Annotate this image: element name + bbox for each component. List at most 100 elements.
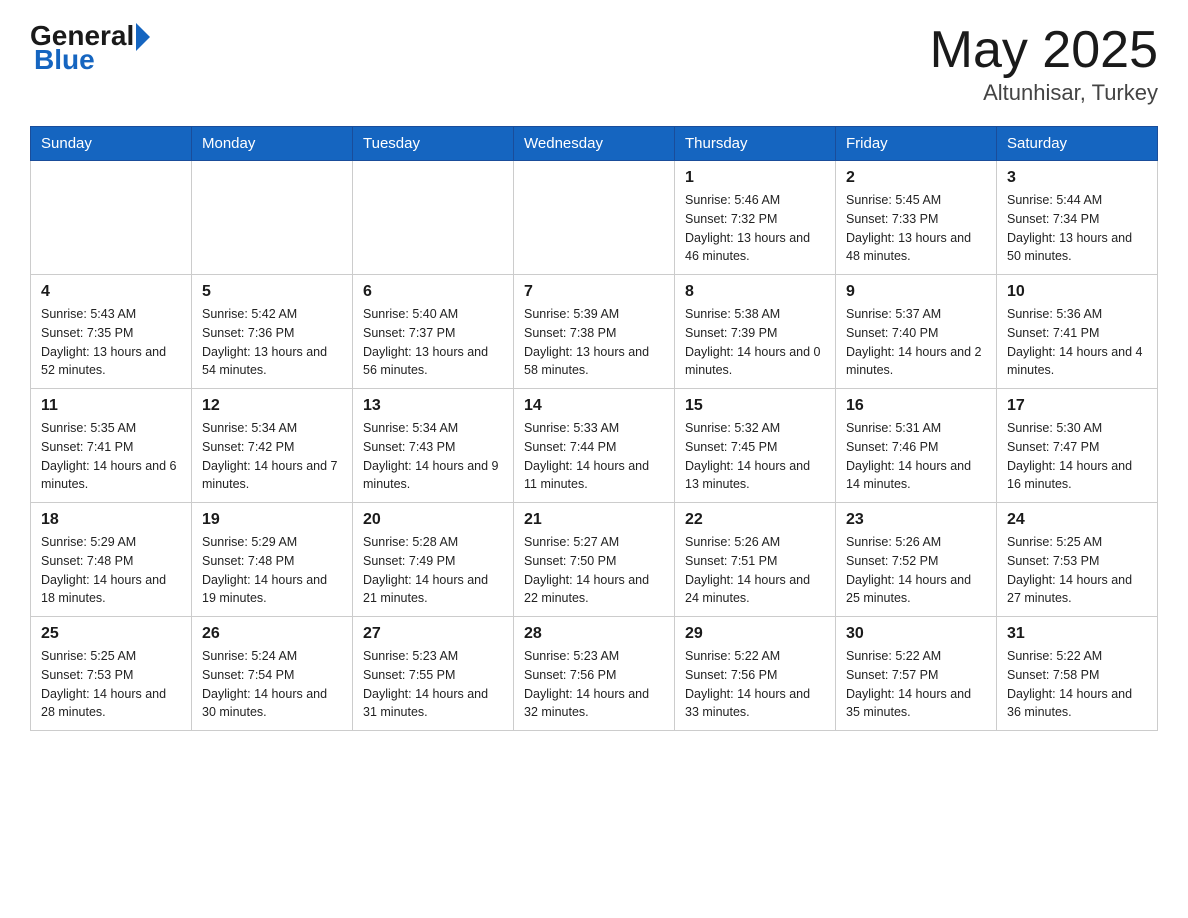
day-info: Sunrise: 5:29 AMSunset: 7:48 PMDaylight:… [202,533,342,608]
day-info: Sunrise: 5:46 AMSunset: 7:32 PMDaylight:… [685,191,825,266]
calendar-cell [353,161,514,275]
day-number: 2 [846,169,986,187]
calendar-cell: 12 Sunrise: 5:34 AMSunset: 7:42 PMDayligh… [192,389,353,503]
calendar-cell: 21 Sunrise: 5:27 AMSunset: 7:50 PMDayligh… [514,503,675,617]
day-info: Sunrise: 5:37 AMSunset: 7:40 PMDaylight:… [846,305,986,380]
day-number: 27 [363,625,503,643]
calendar-cell: 26 Sunrise: 5:24 AMSunset: 7:54 PMDayligh… [192,617,353,731]
day-header-wednesday: Wednesday [514,127,675,161]
location-text: Altunhisar, Turkey [930,80,1158,106]
week-row-3: 11Sunrise: 5:35 AMSunset: 7:41 PMDayligh… [31,389,1158,503]
calendar-cell: 1 Sunrise: 5:46 AMSunset: 7:32 PMDaylight… [675,161,836,275]
day-info: Sunrise: 5:22 AMSunset: 7:56 PMDaylight:… [685,647,825,722]
day-info: Sunrise: 5:26 AMSunset: 7:51 PMDaylight:… [685,533,825,608]
calendar-cell: 30 Sunrise: 5:22 AMSunset: 7:57 PMDayligh… [836,617,997,731]
day-info: Sunrise: 5:28 AMSunset: 7:49 PMDaylight:… [363,533,503,608]
day-info: Sunrise: 5:40 AMSunset: 7:37 PMDaylight:… [363,305,503,380]
week-row-5: 25 Sunrise: 5:25 AMSunset: 7:53 PMDayligh… [31,617,1158,731]
calendar-cell: 13Sunrise: 5:34 AMSunset: 7:43 PMDayligh… [353,389,514,503]
calendar-cell: 20 Sunrise: 5:28 AMSunset: 7:49 PMDayligh… [353,503,514,617]
day-number: 15 [685,397,825,415]
week-row-2: 4Sunrise: 5:43 AMSunset: 7:35 PMDaylight… [31,275,1158,389]
day-info: Sunrise: 5:34 AMSunset: 7:42 PMDaylight:… [202,419,342,494]
day-number: 19 [202,511,342,529]
day-info: Sunrise: 5:31 AMSunset: 7:46 PMDaylight:… [846,419,986,494]
day-number: 5 [202,283,342,301]
day-info: Sunrise: 5:23 AMSunset: 7:55 PMDaylight:… [363,647,503,722]
day-info: Sunrise: 5:25 AMSunset: 7:53 PMDaylight:… [41,647,181,722]
calendar-header-row: SundayMondayTuesdayWednesdayThursdayFrid… [31,127,1158,161]
calendar-cell: 10Sunrise: 5:36 AMSunset: 7:41 PMDayligh… [997,275,1158,389]
calendar-cell: 16Sunrise: 5:31 AMSunset: 7:46 PMDayligh… [836,389,997,503]
day-number: 25 [41,625,181,643]
day-info: Sunrise: 5:36 AMSunset: 7:41 PMDaylight:… [1007,305,1147,380]
day-info: Sunrise: 5:25 AMSunset: 7:53 PMDaylight:… [1007,533,1147,608]
day-info: Sunrise: 5:29 AMSunset: 7:48 PMDaylight:… [41,533,181,608]
calendar-cell: 4Sunrise: 5:43 AMSunset: 7:35 PMDaylight… [31,275,192,389]
day-info: Sunrise: 5:35 AMSunset: 7:41 PMDaylight:… [41,419,181,494]
day-number: 17 [1007,397,1147,415]
logo-arrow-icon [136,23,150,51]
day-info: Sunrise: 5:45 AMSunset: 7:33 PMDaylight:… [846,191,986,266]
calendar-cell: 7 Sunrise: 5:39 AMSunset: 7:38 PMDaylight… [514,275,675,389]
calendar-cell: 24Sunrise: 5:25 AMSunset: 7:53 PMDayligh… [997,503,1158,617]
calendar-table: SundayMondayTuesdayWednesdayThursdayFrid… [30,126,1158,731]
day-number: 28 [524,625,664,643]
day-number: 12 [202,397,342,415]
calendar-cell [31,161,192,275]
day-info: Sunrise: 5:26 AMSunset: 7:52 PMDaylight:… [846,533,986,608]
calendar-cell: 8 Sunrise: 5:38 AMSunset: 7:39 PMDaylight… [675,275,836,389]
day-number: 20 [363,511,503,529]
day-number: 6 [363,283,503,301]
calendar-cell: 23 Sunrise: 5:26 AMSunset: 7:52 PMDayligh… [836,503,997,617]
day-number: 29 [685,625,825,643]
day-header-saturday: Saturday [997,127,1158,161]
month-title: May 2025 [930,20,1158,80]
day-info: Sunrise: 5:44 AMSunset: 7:34 PMDaylight:… [1007,191,1147,266]
calendar-cell: 27 Sunrise: 5:23 AMSunset: 7:55 PMDayligh… [353,617,514,731]
day-info: Sunrise: 5:22 AMSunset: 7:58 PMDaylight:… [1007,647,1147,722]
day-number: 22 [685,511,825,529]
calendar-cell: 19 Sunrise: 5:29 AMSunset: 7:48 PMDayligh… [192,503,353,617]
day-number: 3 [1007,169,1147,187]
day-number: 30 [846,625,986,643]
day-number: 23 [846,511,986,529]
day-number: 7 [524,283,664,301]
calendar-cell: 2 Sunrise: 5:45 AMSunset: 7:33 PMDaylight… [836,161,997,275]
calendar-cell: 18 Sunrise: 5:29 AMSunset: 7:48 PMDayligh… [31,503,192,617]
day-number: 1 [685,169,825,187]
calendar-cell: 25 Sunrise: 5:25 AMSunset: 7:53 PMDayligh… [31,617,192,731]
day-number: 26 [202,625,342,643]
day-info: Sunrise: 5:33 AMSunset: 7:44 PMDaylight:… [524,419,664,494]
calendar-cell [192,161,353,275]
day-info: Sunrise: 5:22 AMSunset: 7:57 PMDaylight:… [846,647,986,722]
calendar-cell: 14Sunrise: 5:33 AMSunset: 7:44 PMDayligh… [514,389,675,503]
day-header-monday: Monday [192,127,353,161]
calendar-cell: 11Sunrise: 5:35 AMSunset: 7:41 PMDayligh… [31,389,192,503]
calendar-cell: 17Sunrise: 5:30 AMSunset: 7:47 PMDayligh… [997,389,1158,503]
calendar-cell: 9 Sunrise: 5:37 AMSunset: 7:40 PMDaylight… [836,275,997,389]
day-info: Sunrise: 5:23 AMSunset: 7:56 PMDaylight:… [524,647,664,722]
day-info: Sunrise: 5:24 AMSunset: 7:54 PMDaylight:… [202,647,342,722]
day-info: Sunrise: 5:38 AMSunset: 7:39 PMDaylight:… [685,305,825,380]
day-info: Sunrise: 5:27 AMSunset: 7:50 PMDaylight:… [524,533,664,608]
day-header-friday: Friday [836,127,997,161]
day-header-thursday: Thursday [675,127,836,161]
day-number: 9 [846,283,986,301]
calendar-cell: 22 Sunrise: 5:26 AMSunset: 7:51 PMDayligh… [675,503,836,617]
day-info: Sunrise: 5:43 AMSunset: 7:35 PMDaylight:… [41,305,181,380]
day-info: Sunrise: 5:34 AMSunset: 7:43 PMDaylight:… [363,419,503,494]
day-number: 18 [41,511,181,529]
calendar-cell: 5Sunrise: 5:42 AMSunset: 7:36 PMDaylight… [192,275,353,389]
calendar-cell: 31Sunrise: 5:22 AMSunset: 7:58 PMDayligh… [997,617,1158,731]
calendar-cell: 29 Sunrise: 5:22 AMSunset: 7:56 PMDayligh… [675,617,836,731]
calendar-cell: 6 Sunrise: 5:40 AMSunset: 7:37 PMDaylight… [353,275,514,389]
week-row-4: 18 Sunrise: 5:29 AMSunset: 7:48 PMDayligh… [31,503,1158,617]
week-row-1: 1 Sunrise: 5:46 AMSunset: 7:32 PMDaylight… [31,161,1158,275]
day-header-tuesday: Tuesday [353,127,514,161]
calendar-cell: 28 Sunrise: 5:23 AMSunset: 7:56 PMDayligh… [514,617,675,731]
title-block: May 2025 Altunhisar, Turkey [930,20,1158,106]
day-number: 8 [685,283,825,301]
day-info: Sunrise: 5:39 AMSunset: 7:38 PMDaylight:… [524,305,664,380]
day-number: 21 [524,511,664,529]
